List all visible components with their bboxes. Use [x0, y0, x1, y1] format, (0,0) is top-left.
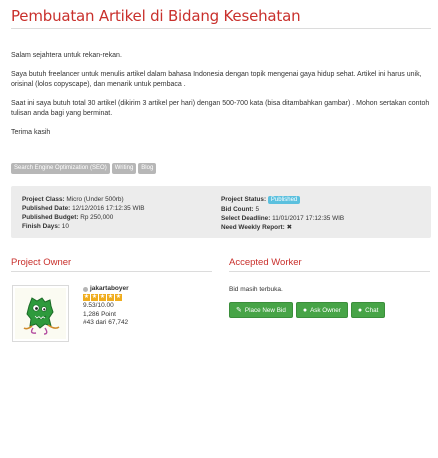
page-title: Pembuatan Artikel di Bidang Kesehatan	[11, 7, 431, 29]
tag-blog[interactable]: Blog	[138, 163, 157, 174]
pencil-icon: ✎	[236, 306, 242, 314]
avatar-image	[15, 288, 66, 339]
chat-icon: ●	[302, 306, 308, 314]
owner-points: 1,286 Point	[83, 310, 116, 318]
project-info-panel: Project Class: Micro (Under 500rb) Publi…	[11, 186, 431, 238]
star-icon: ★	[83, 294, 90, 302]
bid-status-text: Bid masih terbuka.	[229, 286, 283, 293]
owner-rank: #43 dari 67,742	[83, 318, 129, 326]
info-project-status: Project Status: Published	[221, 195, 420, 205]
info-published-date: Published Date: 12/12/2016 17:12:35 WIB	[22, 205, 145, 212]
info-column-right: Project Status: Published Bid Count: 5 S…	[221, 195, 420, 231]
online-status-icon	[83, 286, 88, 292]
star-icon: ★	[91, 294, 98, 302]
star-icon: ★	[107, 294, 114, 302]
tag-list: Search Engine Optimization (SEO) Writing…	[11, 163, 157, 174]
info-project-class: Project Class: Micro (Under 500rb)	[22, 196, 124, 203]
status-badge: Published	[267, 196, 301, 204]
owner-username[interactable]: jakartaboyer	[90, 285, 129, 293]
info-select-deadline: Select Deadline: 11/01/2017 17:12:35 WIB	[221, 215, 345, 222]
monster-avatar-icon	[15, 288, 66, 339]
description-paragraph: Saya butuh freelancer untuk menulis arti…	[11, 71, 422, 88]
rating-stars: ★ ★ ★ ★ ★	[83, 294, 129, 302]
info-weekly-report: Need Weekly Report: ✖	[221, 224, 292, 231]
tag-writing[interactable]: Writing	[111, 163, 137, 174]
ask-owner-button[interactable]: ● Ask Owner	[295, 302, 348, 318]
accepted-worker-heading: Accepted Worker	[229, 257, 430, 272]
worker-actions: ✎ Place New Bid ● Ask Owner ● Chat	[229, 302, 386, 318]
tag-seo[interactable]: Search Engine Optimization (SEO)	[11, 163, 110, 174]
description-paragraph: Salam sejahtera untuk rekan-rekan.	[11, 52, 122, 59]
chats-icon: ●	[357, 306, 363, 314]
project-description: Salam sejahtera untuk rekan-rekan. Saya …	[11, 51, 431, 138]
description-paragraph: Terima kasih	[11, 129, 51, 136]
star-icon: ★	[99, 294, 106, 302]
owner-score: 9.53/10.00	[83, 302, 114, 310]
info-published-budget: Published Budget: Rp 250,000	[22, 214, 114, 221]
description-paragraph: Saat ini saya butuh total 30 artikel (di…	[11, 100, 430, 117]
owner-details: jakartaboyer ★ ★ ★ ★ ★ 9.53/10.00 1,286 …	[83, 285, 129, 327]
close-icon: ✖	[286, 224, 292, 231]
avatar[interactable]	[12, 285, 69, 342]
chat-button[interactable]: ● Chat	[350, 302, 386, 318]
info-finish-days: Finish Days: 10	[22, 223, 69, 230]
info-bid-count: Bid Count: 5	[221, 206, 259, 213]
place-new-bid-button[interactable]: ✎ Place New Bid	[229, 302, 293, 318]
owner-name-row: jakartaboyer	[83, 285, 129, 293]
star-icon: ★	[115, 294, 122, 302]
info-column-left: Project Class: Micro (Under 500rb) Publi…	[22, 195, 221, 230]
project-owner-heading: Project Owner	[11, 257, 212, 272]
